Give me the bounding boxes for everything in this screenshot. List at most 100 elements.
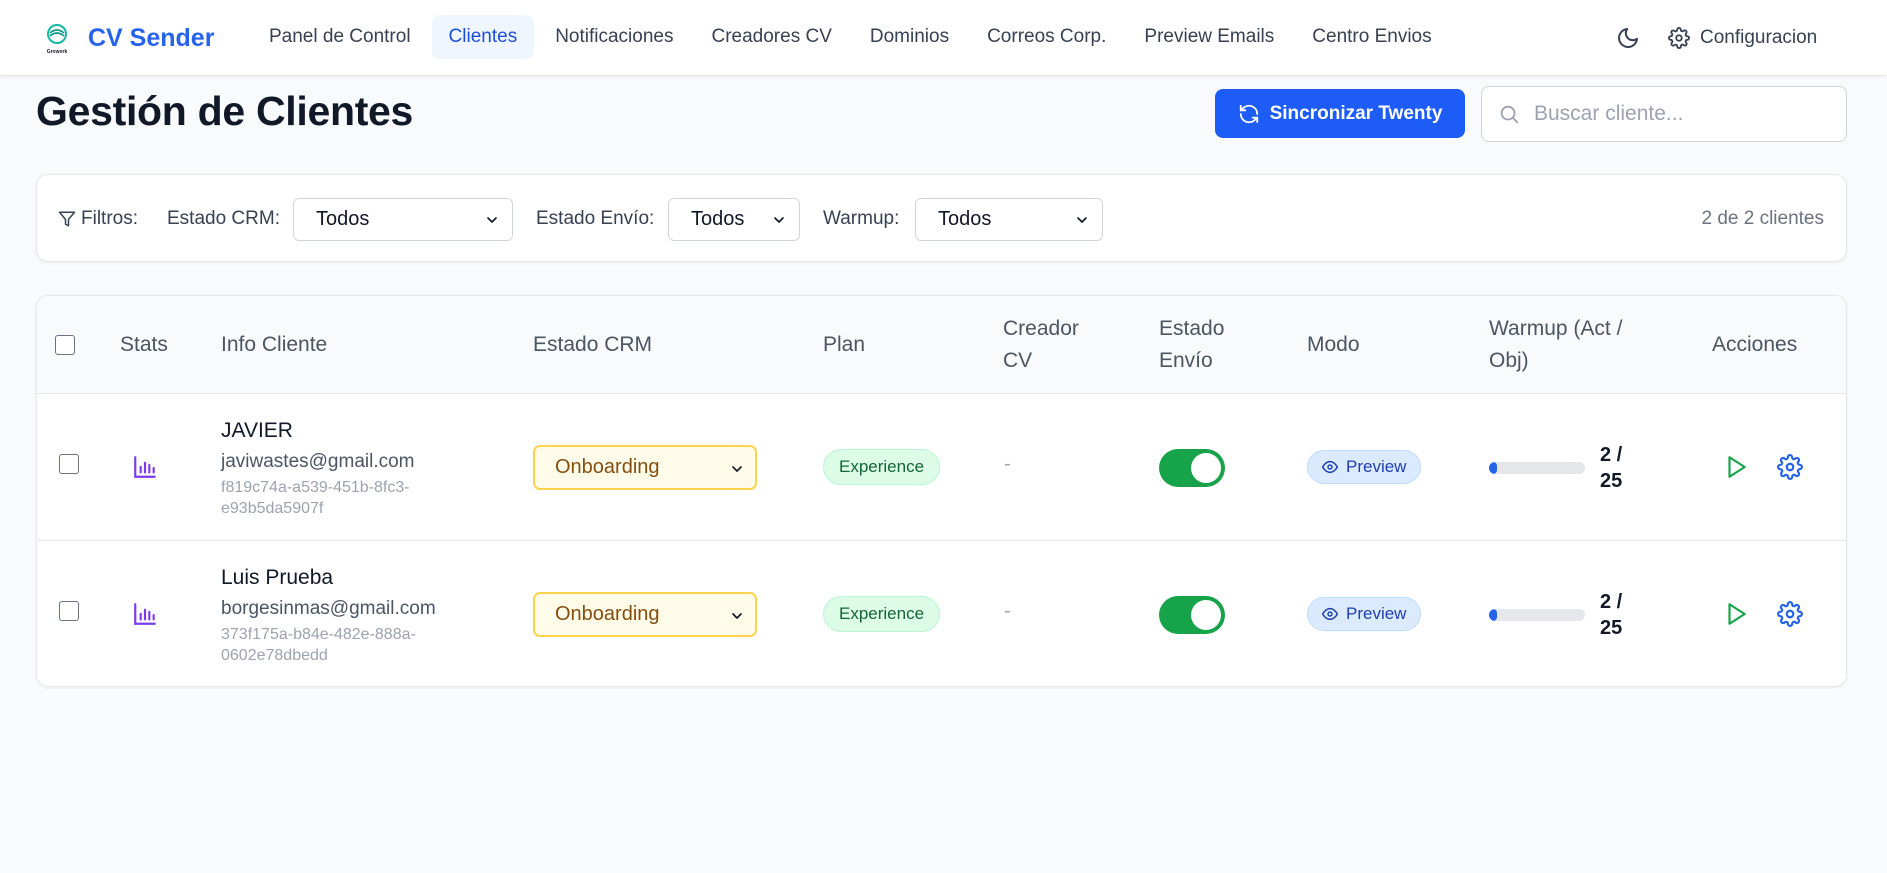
client-name: Luis Prueba — [221, 566, 334, 589]
sync-twenty-label: Sincronizar Twenty — [1269, 102, 1443, 124]
nav-item-clientes[interactable]: Clientes — [431, 15, 535, 59]
crm-status-value: Onboarding — [555, 603, 660, 625]
app-name: CV Sender — [88, 23, 215, 52]
warmup-act-text: 2 / — [1600, 444, 1623, 466]
search-box — [1481, 86, 1847, 142]
theme-toggle-button[interactable] — [1610, 20, 1646, 56]
client-id-line2: 0602e78dbedd — [221, 647, 328, 664]
configuracion-label: Configuracion — [1700, 27, 1818, 48]
play-icon — [1728, 603, 1746, 625]
estado-envio-label: Estado Envío: — [536, 208, 655, 229]
gear-icon — [1777, 601, 1803, 627]
mode-preview-badge[interactable]: Preview — [1307, 597, 1422, 631]
row-settings-button[interactable] — [1774, 598, 1806, 630]
select-all-checkbox[interactable] — [55, 335, 75, 355]
chevron-down-icon — [1077, 217, 1087, 223]
search-input[interactable] — [1534, 102, 1814, 126]
client-id-line1: f819c74a-a539-451b-8fc3- — [221, 479, 410, 496]
client-id-line2: e93b5da5907f — [221, 500, 324, 517]
warmup-progress-bar — [1489, 609, 1585, 621]
stats-button[interactable] — [129, 451, 161, 483]
play-button[interactable] — [1720, 598, 1752, 630]
row-settings-button[interactable] — [1774, 451, 1806, 483]
header-plan: Plan — [823, 333, 866, 356]
filter-icon — [58, 211, 76, 227]
clients-table: Stats Info Cliente Estado CRM Plan Cread… — [36, 295, 1847, 687]
estado-envio-select[interactable]: Todos — [668, 198, 800, 241]
nav-item-centro-envios[interactable]: Centro Envios — [1295, 15, 1448, 59]
header-acciones: Acciones — [1712, 333, 1798, 356]
toggle-knob — [1191, 600, 1221, 630]
brand[interactable]: Growork CV Sender — [40, 20, 215, 56]
row-checkbox[interactable] — [59, 454, 79, 474]
warmup-value: Todos — [938, 208, 992, 230]
eye-icon — [1322, 460, 1338, 474]
nav-item-panel-de-control[interactable]: Panel de Control — [252, 15, 428, 59]
client-info: Luis Prueba borgesinmas@gmail.com 373f17… — [221, 566, 451, 666]
header-estado-envio-line2: Envío — [1159, 349, 1213, 372]
crm-status-value: Onboarding — [555, 456, 660, 478]
estado-crm-label: Estado CRM: — [167, 208, 280, 229]
configuracion-button[interactable]: Configuracion — [1668, 20, 1817, 56]
client-info: JAVIER javiwastes@gmail.com f819c74a-a53… — [221, 419, 451, 519]
moon-icon — [1618, 28, 1638, 48]
sync-twenty-button[interactable]: Sincronizar Twenty — [1215, 89, 1465, 138]
warmup-progress-fill — [1489, 462, 1497, 474]
chevron-down-icon — [487, 217, 497, 223]
table-row: Luis Prueba borgesinmas@gmail.com 373f17… — [37, 541, 1846, 686]
nav-item-creadores-cv[interactable]: Creadores CV — [694, 15, 848, 59]
header-modo: Modo — [1307, 333, 1360, 356]
table-row: JAVIER javiwastes@gmail.com f819c74a-a53… — [37, 394, 1846, 541]
warmup-obj-text: 25 — [1600, 470, 1623, 492]
warmup-act-text: 2 / — [1600, 591, 1623, 613]
header-creador-cv-line2: CV — [1003, 349, 1033, 372]
warmup-obj-text: 25 — [1600, 617, 1623, 639]
chevron-down-icon — [774, 217, 784, 223]
estado-crm-select[interactable]: Todos — [293, 198, 513, 241]
main-nav: Panel de Control Clientes Notificaciones… — [252, 15, 1453, 59]
header-stats: Stats — [120, 333, 168, 356]
growork-logo: Growork — [40, 21, 74, 55]
plan-badge: Experience — [823, 596, 941, 632]
crm-status-select[interactable]: Onboarding — [533, 445, 757, 490]
client-count: 2 de 2 clientes — [1701, 208, 1824, 229]
client-id: 373f175a-b84e-482e-888a- 0602e78dbedd — [221, 624, 451, 666]
estado-crm-value: Todos — [316, 208, 370, 230]
header-estado-envio: Estado Envío — [1159, 296, 1224, 394]
logo-caption: Growork — [47, 49, 68, 55]
gear-icon — [1668, 27, 1690, 49]
envio-toggle[interactable] — [1159, 449, 1225, 487]
filters-title: Filtros: — [58, 175, 138, 263]
plan-badge: Experience — [823, 449, 941, 485]
mode-preview-badge[interactable]: Preview — [1307, 450, 1422, 484]
creador-cv-value: - — [1004, 600, 1011, 622]
estado-envio-value: Todos — [691, 208, 745, 230]
envio-toggle[interactable] — [1159, 596, 1225, 634]
page-title: Gestión de Clientes — [36, 88, 414, 134]
mode-label: Preview — [1346, 457, 1407, 476]
crm-status-select[interactable]: Onboarding — [533, 592, 757, 637]
chevron-down-icon — [732, 466, 742, 472]
nav-item-notificaciones[interactable]: Notificaciones — [538, 15, 690, 59]
header-creador-cv-line1: Creador — [1003, 317, 1079, 340]
header-warmup-line2: Obj) — [1489, 349, 1529, 372]
row-checkbox[interactable] — [59, 601, 79, 621]
warmup-progress-text: 2 /25 — [1600, 589, 1640, 641]
bar-chart-icon — [134, 603, 156, 625]
header-estado-envio-line1: Estado — [1159, 317, 1225, 340]
search-icon — [1500, 105, 1519, 124]
nav-item-preview-emails[interactable]: Preview Emails — [1127, 15, 1291, 59]
nav-item-dominios[interactable]: Dominios — [853, 15, 966, 59]
nav-item-correos-corp[interactable]: Correos Corp. — [970, 15, 1123, 59]
header-warmup: Warmup (Act / Obj) — [1489, 296, 1622, 394]
stats-button[interactable] — [129, 598, 161, 630]
client-email: borgesinmas@gmail.com — [221, 598, 436, 619]
mode-label: Preview — [1346, 604, 1407, 623]
bar-chart-icon — [134, 456, 156, 478]
toggle-knob — [1191, 453, 1221, 483]
warmup-select[interactable]: Todos — [915, 198, 1103, 241]
header-warmup-line1: Warmup (Act / — [1489, 317, 1623, 340]
creador-cv-value: - — [1004, 453, 1011, 475]
play-button[interactable] — [1720, 451, 1752, 483]
warmup-progress-text: 2 /25 — [1600, 442, 1640, 494]
